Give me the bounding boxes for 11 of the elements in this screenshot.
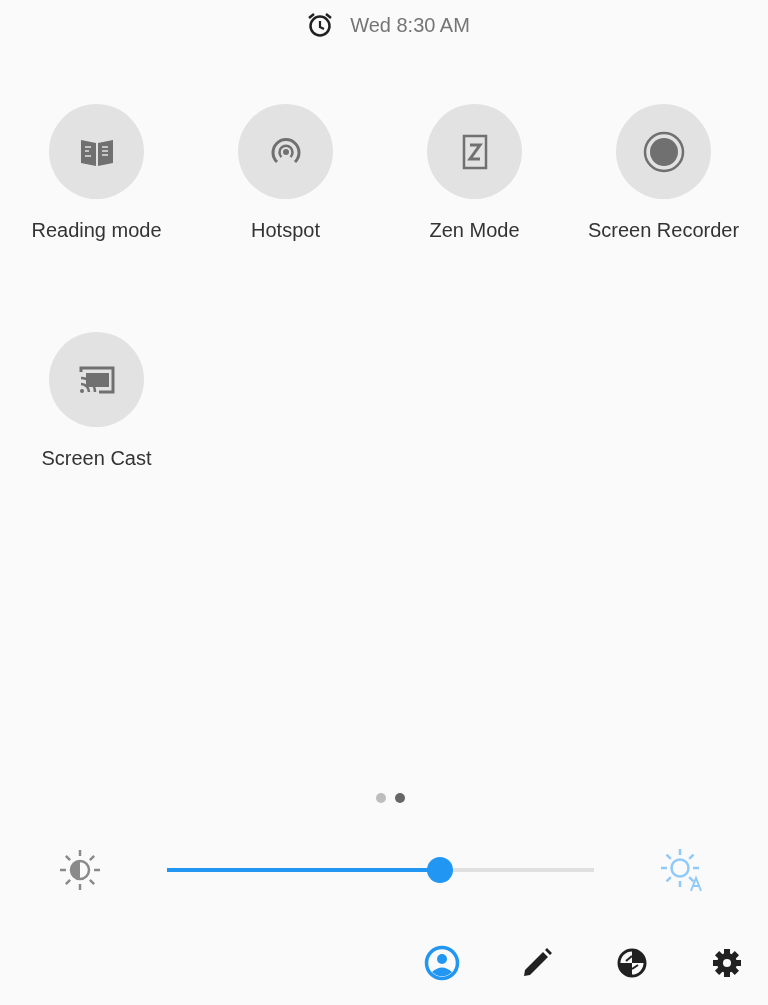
tile-label: Screen Recorder: [587, 219, 740, 242]
tile-label: Hotspot: [251, 219, 320, 242]
clock-time: Wed 8:30 AM: [350, 13, 470, 37]
brightness-icon: [58, 848, 102, 892]
brightness-slider[interactable]: [167, 857, 594, 883]
account-icon[interactable]: [424, 945, 460, 981]
tile-label: Reading mode: [31, 219, 162, 242]
tile-label: Screen Cast: [41, 447, 152, 470]
tile-label: Zen Mode: [429, 219, 520, 242]
record-icon: [642, 130, 685, 173]
slider-thumb[interactable]: [427, 857, 454, 883]
